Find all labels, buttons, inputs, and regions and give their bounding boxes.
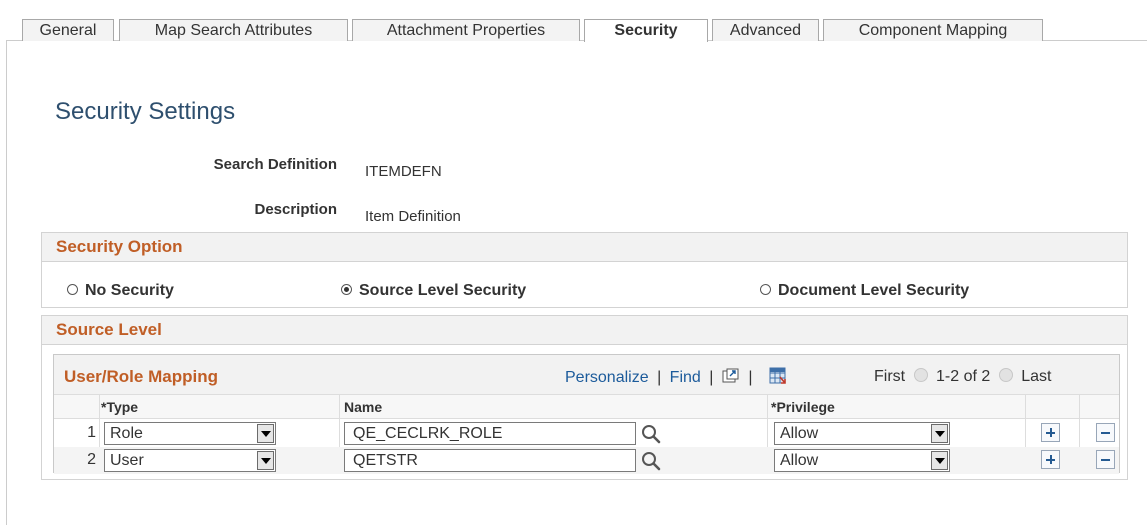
source-level-header: Source Level — [41, 315, 1128, 345]
privilege-select[interactable]: Allow — [774, 422, 950, 445]
user-role-mapping-grid: User/Role Mapping Personalize | Find | |… — [53, 354, 1120, 474]
privilege-select[interactable]: Allow — [774, 449, 950, 472]
column-name: Name — [344, 399, 383, 415]
description-value: Item Definition — [365, 208, 461, 225]
select-value: User — [110, 452, 144, 469]
row-number: 1 — [87, 424, 96, 441]
radio-document-level-security[interactable]: Document Level Security — [760, 282, 969, 300]
magnifier-icon[interactable] — [640, 450, 662, 472]
dropdown-arrow-icon[interactable] — [257, 451, 274, 470]
personalize-link[interactable]: Personalize — [565, 369, 649, 386]
column-privilege: *Privilege — [771, 399, 835, 415]
row-range: 1-2 of 2 — [936, 368, 991, 385]
type-select[interactable]: User — [104, 449, 276, 472]
radio-label: Document Level Security — [778, 282, 970, 299]
search-definition-value: ITEMDEFN — [365, 163, 442, 180]
separator: | — [748, 369, 753, 386]
radio-source-level-security[interactable]: Source Level Security — [341, 282, 526, 300]
tab-general[interactable]: General — [22, 19, 114, 41]
tab-component-mapping[interactable]: Component Mapping — [823, 19, 1043, 41]
description-label: Description — [254, 201, 337, 218]
radio-button[interactable] — [341, 283, 352, 295]
select-value: Allow — [780, 425, 819, 442]
minus-icon[interactable] — [1096, 450, 1115, 469]
separator: | — [657, 369, 662, 386]
dropdown-arrow-icon[interactable] — [931, 424, 948, 443]
prev-icon[interactable] — [913, 368, 928, 382]
grid-toolbar: Personalize | Find | | — [565, 367, 787, 390]
column-type: *Type — [101, 399, 139, 415]
grid-pager: First 1-2 of 2 Last — [874, 367, 1051, 386]
tab-map-search-attributes[interactable]: Map Search Attributes — [119, 19, 348, 41]
grid-download-icon[interactable] — [769, 367, 787, 390]
security-option-title: Security Option — [56, 237, 183, 256]
page-title: Security Settings — [55, 98, 236, 125]
find-link[interactable]: Find — [670, 369, 701, 386]
radio-label: Source Level Security — [359, 282, 527, 299]
tab-advanced[interactable]: Advanced — [712, 19, 819, 41]
view-all-icon[interactable] — [722, 368, 740, 389]
column-header-row: *Type Name *Privilege — [54, 394, 1119, 419]
next-icon[interactable] — [998, 368, 1013, 382]
row-number: 2 — [87, 451, 96, 468]
source-level-title: Source Level — [56, 320, 162, 339]
plus-icon[interactable] — [1041, 423, 1060, 442]
plus-icon[interactable] — [1041, 450, 1060, 469]
dropdown-arrow-icon[interactable] — [257, 424, 274, 443]
select-value: Allow — [780, 452, 819, 469]
minus-icon[interactable] — [1096, 423, 1115, 442]
radio-no-security[interactable]: No Security — [67, 282, 174, 300]
name-input[interactable]: QETSTR — [344, 449, 636, 472]
radio-label: No Security — [85, 282, 174, 299]
type-select[interactable]: Role — [104, 422, 276, 445]
grid-header: User/Role Mapping Personalize | Find | |… — [54, 355, 1119, 394]
separator: | — [709, 369, 714, 386]
table-row: 1 Role QE_CECLRK_ROLE Allow — [54, 420, 1119, 447]
search-definition-label: Search Definition — [213, 156, 337, 173]
table-row: 2 User QETSTR Allow — [54, 447, 1119, 474]
radio-button[interactable] — [760, 283, 771, 295]
magnifier-icon[interactable] — [640, 423, 662, 445]
page-frame-left — [6, 40, 7, 525]
grid-title: User/Role Mapping — [64, 367, 218, 386]
first-label[interactable]: First — [874, 368, 905, 385]
name-input[interactable]: QE_CECLRK_ROLE — [344, 422, 636, 445]
radio-button[interactable] — [67, 283, 78, 295]
last-label[interactable]: Last — [1021, 368, 1051, 385]
tab-security[interactable]: Security — [584, 19, 708, 42]
security-option-header: Security Option — [41, 232, 1128, 262]
dropdown-arrow-icon[interactable] — [931, 451, 948, 470]
tab-attachment-properties[interactable]: Attachment Properties — [352, 19, 580, 41]
select-value: Role — [110, 425, 143, 442]
